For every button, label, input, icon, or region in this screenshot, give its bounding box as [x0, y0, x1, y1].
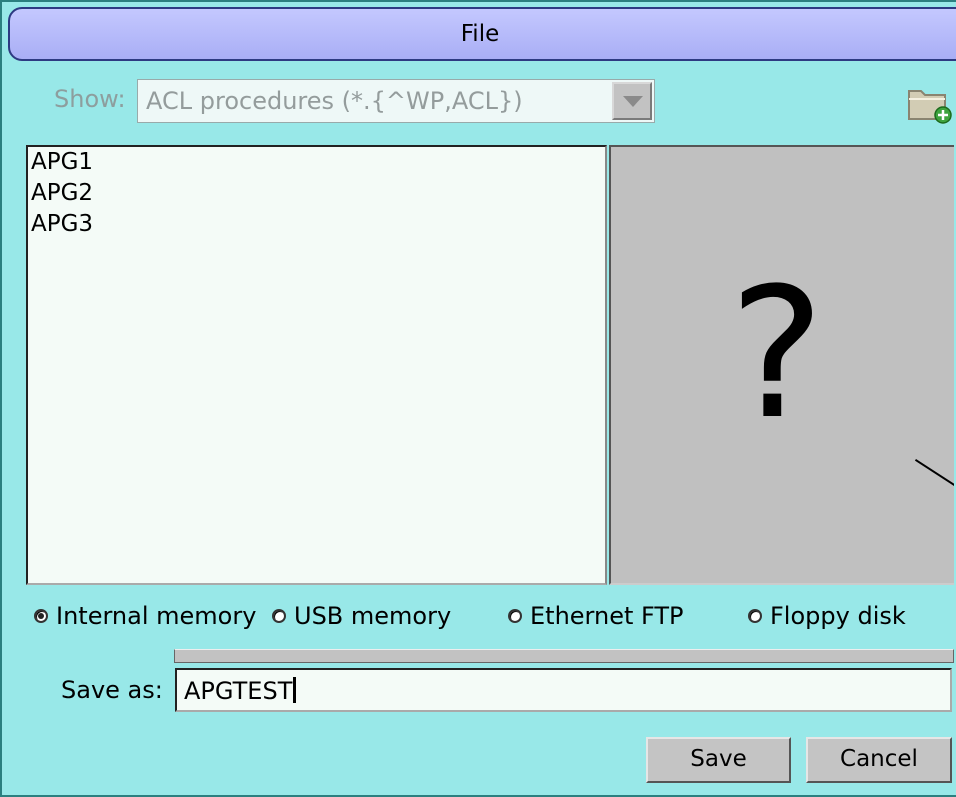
radio-unselected-icon: [748, 609, 762, 623]
storage-options: Internal memory USB memory Ethernet FTP …: [2, 602, 956, 632]
list-item[interactable]: APG1: [28, 147, 605, 178]
list-item[interactable]: APG2: [28, 178, 605, 209]
radio-unselected-icon: [272, 609, 286, 623]
save-as-input[interactable]: APGTEST: [175, 668, 952, 712]
unknown-preview-icon: ?: [729, 250, 825, 459]
list-item[interactable]: APG3: [28, 209, 605, 240]
chevron-down-icon[interactable]: [612, 82, 652, 120]
save-as-value: APGTEST: [184, 677, 293, 705]
file-type-value: ACL procedures (*.{^WP,ACL}): [146, 87, 523, 115]
save-as-label: Save as:: [61, 676, 163, 704]
radio-label: Floppy disk: [770, 602, 906, 630]
show-label: Show:: [54, 85, 126, 113]
cancel-button[interactable]: Cancel: [806, 737, 952, 783]
new-folder-button[interactable]: [905, 81, 953, 125]
save-button[interactable]: Save: [646, 737, 791, 783]
dialog-title: File: [460, 21, 500, 47]
text-caret: [293, 677, 297, 703]
title-bar: File: [8, 7, 956, 61]
radio-selected-icon: [34, 609, 48, 623]
new-folder-icon: [908, 90, 952, 124]
file-dialog: File Show: ACL procedures (*.{^WP,ACL}) …: [0, 0, 956, 797]
progress-bar: [174, 649, 954, 663]
preview-line: [914, 459, 954, 499]
radio-unselected-icon: [508, 609, 522, 623]
radio-label: USB memory: [294, 602, 452, 630]
file-list[interactable]: APG1 APG2 APG3: [26, 145, 607, 585]
file-type-dropdown[interactable]: ACL procedures (*.{^WP,ACL}): [137, 79, 655, 123]
preview-pane: ?: [609, 145, 954, 585]
radio-label: Internal memory: [56, 602, 257, 630]
radio-label: Ethernet FTP: [530, 602, 684, 630]
